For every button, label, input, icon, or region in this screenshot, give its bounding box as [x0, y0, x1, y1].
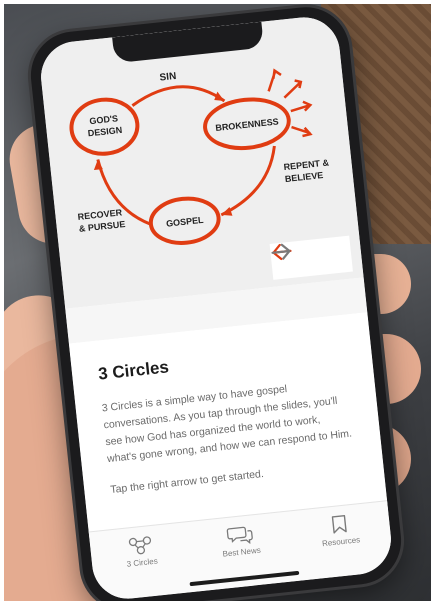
bookmark-icon: [331, 515, 347, 534]
arrow-right-icon[interactable]: [271, 239, 348, 272]
description-text: 3 Circles is a simple way to have gospel…: [101, 383, 353, 466]
tab-3-circles[interactable]: 3 Circles: [100, 531, 183, 571]
label-brokenness: BROKENNESS: [215, 116, 279, 133]
phone-screen: SIN GOD'S DESIGN BROKENNESS GOSPEL REPEN…: [37, 13, 395, 601]
recover-arrowhead: [93, 159, 103, 171]
tab-best-news[interactable]: Best News: [199, 521, 282, 561]
tab-label: 3 Circles: [126, 556, 159, 569]
tab-label: Resources: [321, 535, 361, 549]
diagram-area: SIN GOD'S DESIGN BROKENNESS GOSPEL REPEN…: [37, 13, 364, 309]
label-pursue: & PURSUE: [78, 219, 125, 234]
phone: SIN GOD'S DESIGN BROKENNESS GOSPEL REPEN…: [26, 4, 406, 601]
tab-resources[interactable]: Resources: [298, 510, 381, 550]
label-sin: SIN: [159, 71, 177, 84]
label-repent: REPENT &: [283, 157, 330, 172]
circles-network-icon: [128, 536, 152, 555]
home-indicator[interactable]: [189, 570, 300, 587]
sin-arrow: [131, 85, 226, 107]
background-photo: SIN GOD'S DESIGN BROKENNESS GOSPEL REPEN…: [4, 4, 431, 601]
label-gods: GOD'S: [89, 113, 119, 126]
repent-arrow: [220, 145, 276, 217]
label-design: DESIGN: [87, 125, 122, 139]
label-believe: BELIEVE: [284, 170, 323, 184]
tab-label: Best News: [222, 545, 262, 559]
chat-bubbles-icon: [226, 526, 253, 545]
label-gospel: GOSPEL: [166, 215, 205, 229]
